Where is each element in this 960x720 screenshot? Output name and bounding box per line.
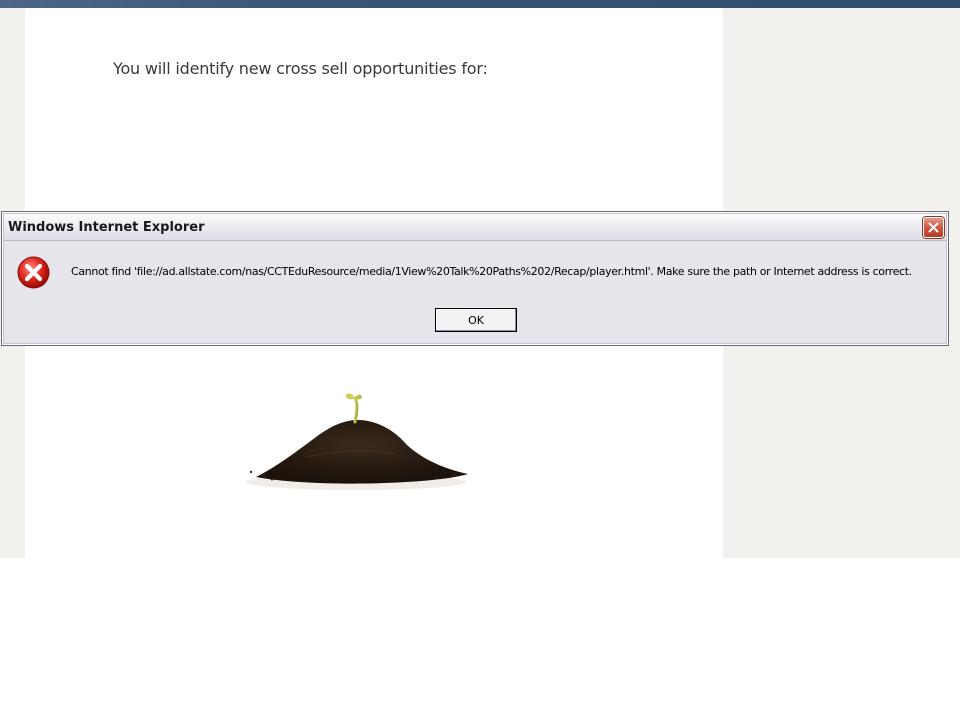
close-button[interactable] xyxy=(923,217,944,238)
error-dialog: Windows Internet Explorer Cannot find 'f… xyxy=(1,211,949,346)
error-icon xyxy=(17,256,50,289)
error-message: Cannot find 'file://ad.allstate.com/nas/… xyxy=(71,265,912,278)
sprout-in-soil-image xyxy=(246,393,468,490)
ok-button[interactable]: OK xyxy=(435,308,517,332)
page-heading: You will identify new cross sell opportu… xyxy=(113,59,488,78)
dialog-title: Windows Internet Explorer xyxy=(8,220,205,235)
close-icon xyxy=(928,222,939,233)
dialog-title-bar[interactable]: Windows Internet Explorer xyxy=(4,214,946,241)
top-header-bar xyxy=(0,0,960,8)
